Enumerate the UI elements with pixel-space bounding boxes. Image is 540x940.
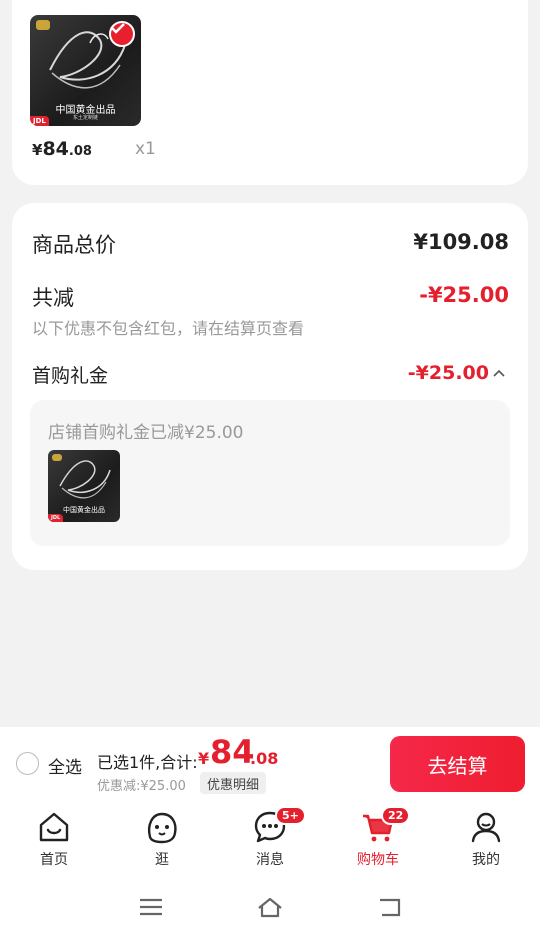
home-nav-icon[interactable] (256, 895, 284, 919)
tab-home[interactable]: 首页 (9, 801, 99, 875)
home-icon (39, 812, 69, 842)
total-yen: ¥ (198, 749, 210, 768)
jdl-tag: JDL (48, 514, 64, 522)
gift-detail-box: 店铺首购礼金已减¥25.00 中国黄金出品 JDL (30, 400, 510, 546)
tab-label: 我的 (472, 852, 500, 868)
cart-badge: 22 (381, 806, 411, 825)
select-all-label[interactable]: 全选 (48, 753, 82, 778)
discount-summary: 优惠减:¥25.00 (97, 779, 186, 794)
total-decimal: .08 (250, 749, 279, 768)
gift-description: 店铺首购礼金已减¥25.00 (48, 423, 244, 443)
menu-icon[interactable] (137, 895, 165, 919)
tab-label: 逛 (155, 852, 169, 868)
tab-label: 购物车 (357, 852, 399, 868)
discount-label: 共减 (32, 286, 74, 310)
gift-label: 首购礼金 (32, 365, 109, 387)
face-icon (148, 812, 177, 844)
gift-value: -¥25.00 (407, 362, 489, 384)
total-value: ¥109.08 (413, 230, 509, 254)
product-price: ¥84.08 (32, 138, 92, 160)
product-quantity: x1 (135, 139, 156, 159)
select-all-radio[interactable] (16, 752, 39, 775)
back-icon[interactable] (376, 895, 404, 919)
selected-count-text: 已选1件,合计: (97, 753, 198, 772)
total-label: 商品总价 (32, 233, 116, 257)
checkout-bar: 全选 已选1件,合计: ¥ 84 .08 优惠减:¥25.00 优惠明细 去结算 (0, 727, 540, 801)
gift-value-toggle[interactable]: -¥25.00 (408, 362, 505, 384)
chevron-up-icon (493, 369, 505, 377)
jdl-tag: JDL (30, 116, 49, 126)
product-card: 中国黄金出品 东土定制链 JDL ¥84.08 x1 (12, 0, 528, 185)
product-thumbnail[interactable]: 中国黄金出品 东土定制链 JDL (30, 15, 141, 126)
bottom-tab-bar: 首页 逛 5+ 消息 22 购物车 我的 (0, 801, 540, 875)
tab-explore[interactable]: 逛 (117, 801, 207, 875)
tab-cart[interactable]: 22 购物车 (333, 801, 423, 875)
discount-value: -¥25.00 (419, 283, 509, 307)
tab-label: 消息 (256, 852, 284, 868)
discount-detail-button[interactable]: 优惠明细 (200, 772, 267, 794)
system-navigation-bar (0, 875, 540, 940)
tab-profile[interactable]: 我的 (441, 801, 531, 875)
profile-icon (471, 812, 501, 843)
tab-messages[interactable]: 5+ 消息 (225, 801, 315, 875)
discount-note: 以下优惠不包含红包，请在结算页查看 (32, 319, 305, 338)
selected-check-icon (109, 21, 135, 47)
message-badge: 5+ (275, 806, 306, 825)
gift-product-thumbnail: 中国黄金出品 JDL (48, 450, 120, 522)
total-amount: 84 (210, 733, 255, 771)
price-summary-card: 商品总价 ¥109.08 共减 -¥25.00 以下优惠不包含红包，请在结算页查… (12, 203, 528, 570)
checkout-button[interactable]: 去结算 (390, 736, 525, 792)
tab-label: 首页 (40, 852, 68, 868)
